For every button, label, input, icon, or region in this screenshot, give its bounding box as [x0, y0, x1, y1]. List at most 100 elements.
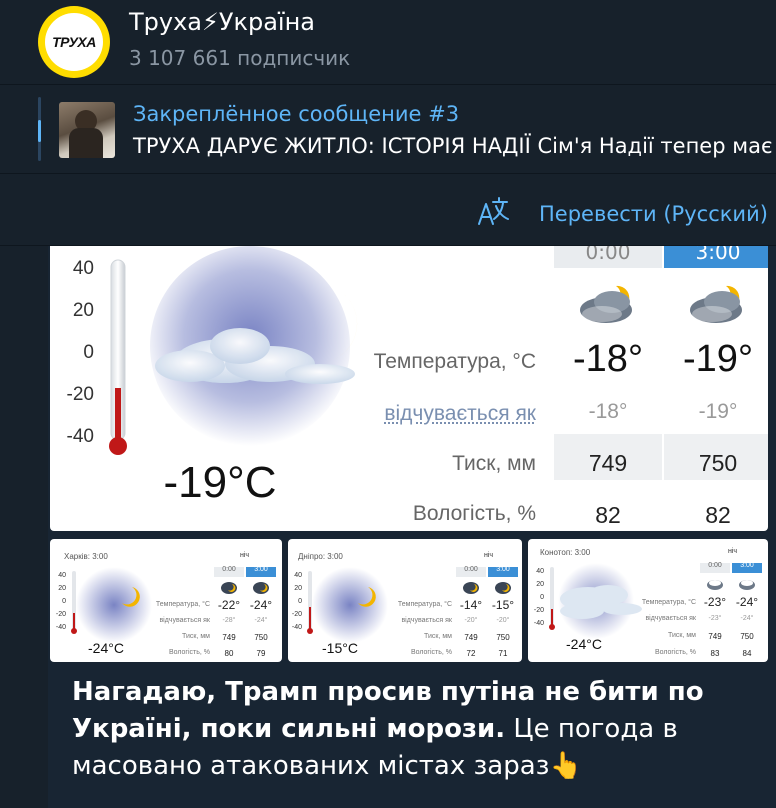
- feels-like-value: -20°: [464, 617, 478, 624]
- scale-label: 0: [62, 598, 66, 605]
- humidity-value: 71: [498, 649, 508, 658]
- thumbnail-figure-body: [69, 128, 103, 158]
- humidity-label: Вологість, %: [412, 502, 536, 525]
- weather-image-dnipro[interactable]: Дніпро: 3:00 ніч 40 20 0 -20 -40 -15°C 0…: [288, 539, 522, 662]
- pinned-preview-text: ТРУХА ДАРУЄ ЖИТЛО: ІСТОРІЯ НАДІЇ Сім'я Н…: [133, 134, 773, 158]
- subscriber-count: 3 107 661 подписчик: [129, 46, 351, 70]
- current-temperature: -24°C: [566, 636, 602, 652]
- humidity-value: 80: [224, 649, 234, 658]
- scale-label: 40: [72, 258, 94, 279]
- feels-like-value: -24°: [740, 615, 754, 622]
- scale-label: 20: [536, 581, 544, 588]
- humidity-label: Вологість, %: [410, 649, 452, 656]
- scale-label: -40: [55, 624, 66, 631]
- clear-night-icon: [221, 582, 237, 594]
- scale-label: 20: [294, 585, 302, 592]
- temperature-label: Температура, °С: [641, 599, 696, 606]
- weather-image-konotop[interactable]: Конотоп: 3:00 ніч 40 20 0 -20 -40 -24°C …: [528, 539, 768, 662]
- feels-like-label: відчувається як: [401, 617, 452, 624]
- humidity-value: 82: [705, 502, 731, 528]
- scale-label: -20: [66, 384, 94, 405]
- pressure-label: Тиск, мм: [452, 452, 536, 475]
- message-bubble: 40 20 0 -20 -40 -19°C 0:00 3:00 Температ…: [48, 246, 776, 808]
- city-label: Харків: 3:00: [64, 552, 108, 561]
- pressure-label: Тиск, мм: [182, 633, 210, 640]
- time-header-active: 3:00: [695, 246, 741, 264]
- cloudy-night-icon: [739, 580, 755, 590]
- feels-like-label: відчувається як: [384, 402, 536, 425]
- time-header-active: 3:00: [254, 566, 268, 573]
- time-header: 0:00: [464, 566, 478, 573]
- temperature-label: Температура, °С: [397, 601, 452, 608]
- scale-label: -40: [533, 620, 544, 627]
- pressure-value: 749: [464, 633, 478, 642]
- weather-image-kharkiv[interactable]: Харків: 3:00 ніч 40 20 0 -20 -40 -24°C 0…: [50, 539, 282, 662]
- city-label: Дніпро: 3:00: [298, 552, 343, 561]
- scale-label: -40: [66, 426, 94, 447]
- scale-label: -40: [291, 624, 302, 631]
- temperature-value: -14°: [459, 598, 483, 612]
- feels-like-value: -18°: [588, 400, 628, 423]
- pressure-value: 750: [496, 633, 510, 642]
- scale-label: 0: [540, 594, 544, 601]
- temperature-label: Температура, °С: [155, 601, 210, 608]
- temperature-value: -24°: [735, 595, 759, 609]
- cloudy-night-icon: [707, 580, 723, 590]
- humidity-label: Вологість, %: [654, 649, 696, 656]
- time-header-active: 3:00: [496, 566, 510, 573]
- translate-icon: [478, 197, 509, 225]
- pinned-title: Закреплённое сообщение #3: [133, 102, 460, 126]
- feels-like-label: відчувається як: [645, 615, 696, 622]
- temperature-value: -15°: [491, 598, 515, 612]
- feels-like-label: відчувається як: [159, 617, 210, 624]
- pressure-value: 750: [740, 632, 754, 641]
- message-text: Нагадаю, Трамп просив путіна не бити по …: [72, 674, 752, 785]
- time-header: 0:00: [222, 566, 236, 573]
- current-temperature: -15°C: [322, 640, 358, 656]
- current-temperature: -19°C: [163, 458, 277, 507]
- feels-like-value: -20°: [496, 617, 510, 624]
- temperature-value: -19°: [682, 338, 754, 380]
- clear-night-icon: [253, 582, 269, 594]
- scale-label: 0: [83, 342, 94, 363]
- translate-button[interactable]: Перевести (Русский): [539, 202, 768, 226]
- humidity-value: 72: [466, 649, 476, 658]
- humidity-label: Вологість, %: [168, 649, 210, 656]
- scale-label: -20: [55, 611, 66, 618]
- weather-image-main[interactable]: 40 20 0 -20 -40 -19°C 0:00 3:00 Температ…: [50, 246, 768, 531]
- feels-like-value: -24°: [254, 617, 268, 624]
- time-header-active: 3:00: [740, 562, 754, 569]
- scale-label: -20: [291, 611, 302, 618]
- channel-title[interactable]: Труха⚡Україна: [129, 8, 315, 36]
- humidity-value: 79: [256, 649, 266, 658]
- translate-bar[interactable]: Перевести (Русский): [0, 174, 776, 246]
- pinned-indicator: [38, 120, 41, 142]
- channel-avatar[interactable]: ТРУХА: [38, 6, 110, 78]
- time-header: 0:00: [585, 246, 631, 264]
- pressure-label: Тиск, мм: [668, 632, 696, 639]
- pinned-message-bar[interactable]: Закреплённое сообщение #3 ТРУХА ДАРУЄ ЖИ…: [0, 85, 776, 173]
- temperature-value: -23°: [703, 595, 727, 609]
- scale-label: 0: [298, 598, 302, 605]
- city-label: Конотоп: 3:00: [540, 548, 591, 557]
- scale-label: -20: [533, 607, 544, 614]
- scale-label: 40: [58, 572, 66, 579]
- thermometer-icon: [109, 259, 127, 455]
- feels-like-value: -19°: [698, 400, 738, 423]
- pressure-label: Тиск, мм: [424, 633, 452, 640]
- current-temperature: -24°C: [88, 640, 124, 656]
- period-label: ніч: [240, 552, 250, 559]
- pressure-value: 750: [254, 633, 268, 642]
- channel-header[interactable]: ТРУХА Труха⚡Україна 3 107 661 подписчик: [0, 0, 776, 84]
- pressure-value: 749: [222, 633, 236, 642]
- channel-avatar-logo: ТРУХА: [45, 13, 103, 71]
- humidity-value: 83: [710, 649, 720, 658]
- humidity-value: 84: [742, 649, 752, 658]
- scale-label: 20: [58, 585, 66, 592]
- pointing-up-emoji-icon: 👆: [549, 751, 582, 781]
- night-weather-icon: [312, 567, 388, 643]
- cloudy-night-icon: [580, 285, 632, 323]
- scale-label: 40: [294, 572, 302, 579]
- pressure-value: 749: [588, 450, 628, 476]
- pressure-value: 749: [708, 632, 722, 641]
